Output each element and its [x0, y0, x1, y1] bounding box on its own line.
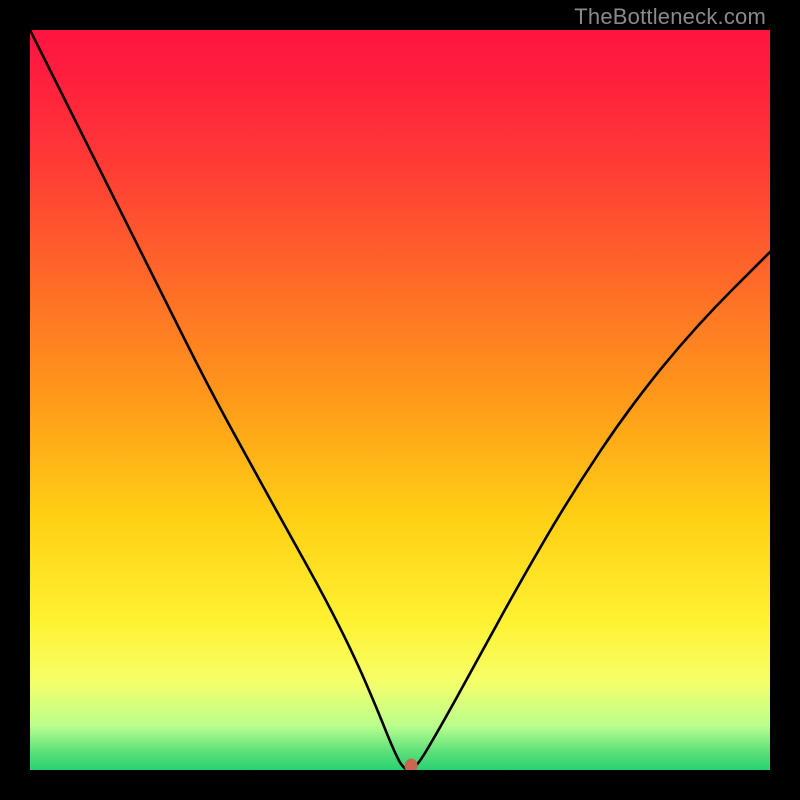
watermark-text: TheBottleneck.com	[574, 4, 766, 30]
chart-svg	[30, 30, 770, 770]
bottleneck-curve	[30, 30, 770, 770]
chart-frame: TheBottleneck.com	[0, 0, 800, 800]
minimum-marker	[405, 759, 417, 770]
plot-area	[30, 30, 770, 770]
